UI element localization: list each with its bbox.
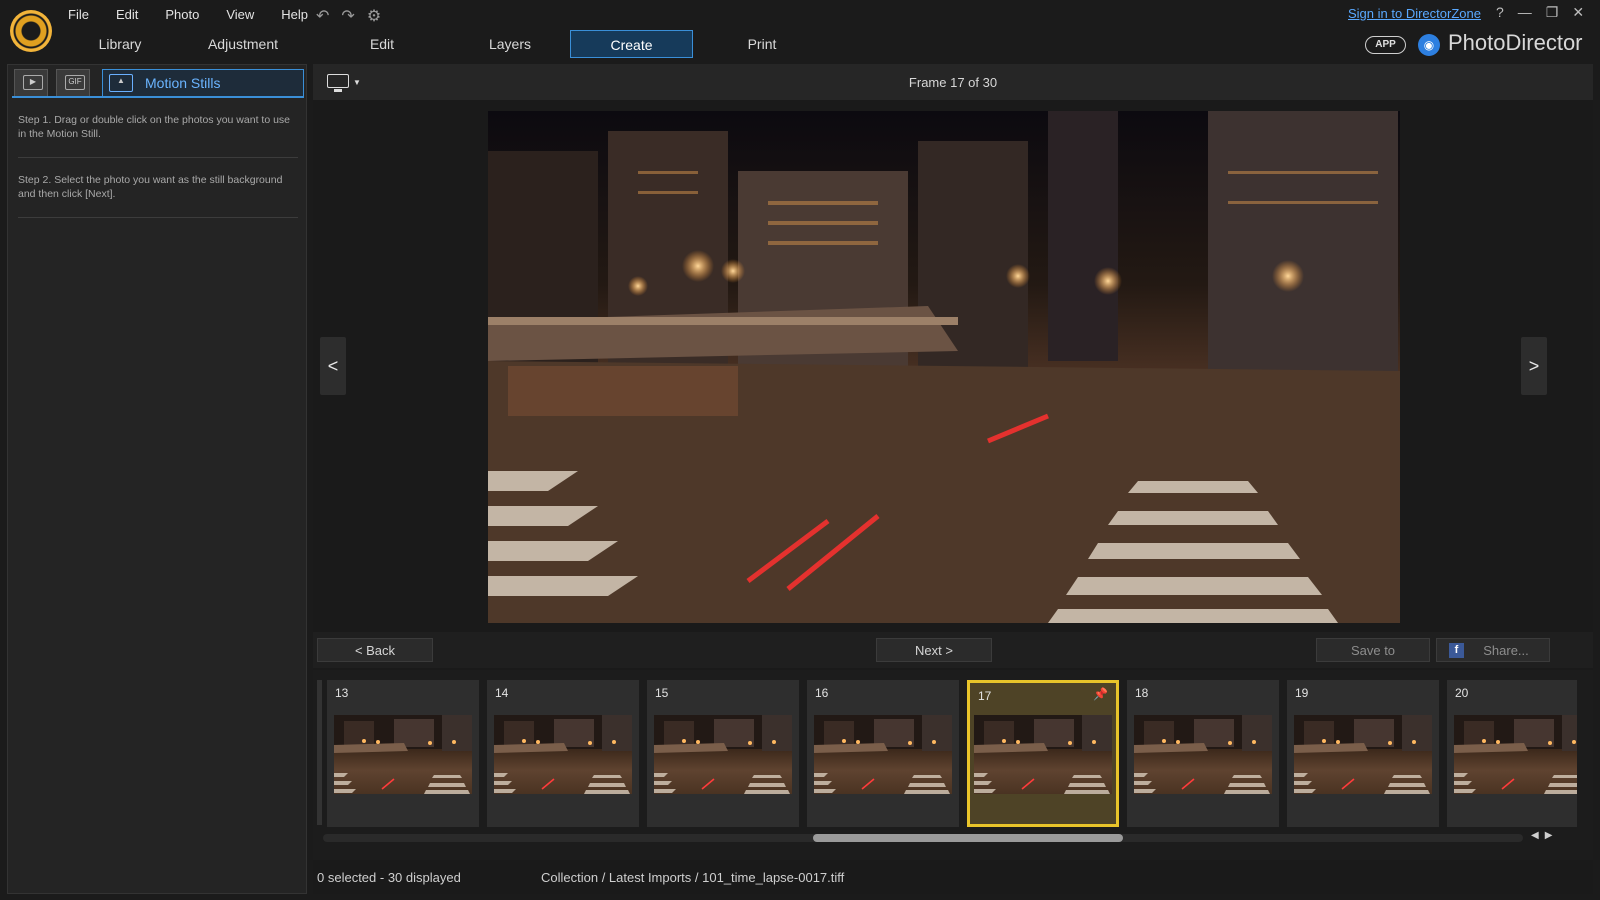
viewer-header: ▼ Frame 17 of 30 (313, 64, 1593, 100)
step-1-text: Step 1. Drag or double click on the phot… (18, 114, 291, 140)
share-label: Share... (1483, 643, 1529, 658)
frame-thumbnail (974, 715, 1112, 794)
window-controls: ? — ❐ ✕ (1496, 4, 1584, 21)
filmstrip-frame[interactable]: 16 (807, 680, 959, 827)
notification-bell-icon[interactable]: ◉ (1418, 34, 1440, 56)
tab-gif[interactable]: GIF (56, 69, 90, 96)
frame-number: 14 (495, 686, 509, 700)
night-street-photo (488, 111, 1400, 623)
file-path: Collection / Latest Imports / 101_time_l… (541, 870, 845, 885)
brand-title: PhotoDirector (1448, 30, 1583, 55)
menu-bar: File Edit Photo View Help (68, 7, 335, 22)
next-frame-button[interactable]: > (1521, 337, 1547, 395)
frame-thumbnail (814, 715, 952, 794)
redo-icon[interactable]: ↷ (341, 6, 354, 26)
frame-number: 16 (815, 686, 829, 700)
frame-number: 15 (655, 686, 669, 700)
share-button[interactable]: f Share... (1436, 638, 1550, 662)
tab-edit[interactable]: Edit (332, 30, 432, 58)
settings-gear-icon[interactable]: ⚙ (367, 6, 381, 26)
left-panel: ▶ GIF ▲ Motion Stills Step 1. Drag or do… (7, 64, 307, 894)
minimize-icon[interactable]: — (1518, 4, 1532, 21)
scroll-arrows: ◀▶ (1531, 830, 1558, 841)
menu-edit[interactable]: Edit (116, 7, 138, 22)
status-bar: 0 selected - 30 displayed Collection / L… (313, 860, 1593, 894)
title-bar: File Edit Photo View Help ↶ ↷ ⚙ Library … (0, 0, 1600, 62)
tab-slideshow[interactable]: ▶ (14, 69, 48, 96)
tab-print[interactable]: Print (712, 30, 812, 58)
app-logo-icon (10, 10, 52, 52)
tab-create[interactable]: Create (570, 30, 693, 58)
signin-link[interactable]: Sign in to DirectorZone (1348, 6, 1481, 21)
frame-number: 18 (1135, 686, 1149, 700)
menu-help[interactable]: Help (281, 7, 308, 22)
frame-number: 13 (335, 686, 349, 700)
back-button[interactable]: < Back (317, 638, 433, 662)
filmstrip-scrollbar[interactable] (323, 834, 1523, 842)
frame-number: 19 (1295, 686, 1309, 700)
scrollbar-thumb[interactable] (813, 834, 1123, 842)
slideshow-icon: ▶ (23, 75, 43, 90)
undo-icon[interactable]: ↶ (316, 6, 329, 26)
frame-thumbnail (1454, 715, 1577, 794)
tab-adjustment[interactable]: Adjustment (188, 30, 298, 58)
tab-library[interactable]: Library (70, 30, 170, 58)
filmstrip-frame[interactable]: 20 (1447, 680, 1577, 827)
motion-stills-icon: ▲ (109, 74, 133, 92)
motion-stills-label: Motion Stills (145, 75, 221, 91)
main-area: ▼ Frame 17 of 30 < > < Back Next > Save … (313, 64, 1593, 894)
facebook-icon: f (1449, 643, 1464, 658)
tab-layers[interactable]: Layers (460, 30, 560, 58)
filmstrip-frame[interactable]: 15 (647, 680, 799, 827)
app-badge[interactable]: APP (1365, 36, 1406, 54)
divider (18, 157, 298, 158)
filmstrip-frame[interactable]: 14 (487, 680, 639, 827)
frame-thumbnail (654, 715, 792, 794)
filmstrip-frame-selected[interactable]: 17 📌 (967, 680, 1119, 827)
restore-icon[interactable]: ❐ (1546, 4, 1559, 21)
frame-thumbnail (1294, 715, 1432, 794)
scroll-right-icon[interactable]: ▶ (1545, 830, 1559, 841)
menu-photo[interactable]: Photo (165, 7, 199, 22)
close-icon[interactable]: ✕ (1572, 4, 1584, 21)
filmstrip-frame[interactable]: 13 (327, 680, 479, 827)
frame-number: 17 (978, 689, 992, 703)
frame-number: 20 (1455, 686, 1469, 700)
tab-motion-stills[interactable]: ▲ Motion Stills (102, 69, 304, 96)
menu-file[interactable]: File (68, 7, 89, 22)
step-2-text: Step 2. Select the photo you want as the… (18, 174, 283, 200)
filmstrip-frame[interactable]: 18 (1127, 680, 1279, 827)
filmstrip-handle[interactable] (317, 680, 322, 825)
quick-toolbar: ↶ ↷ ⚙ (316, 6, 381, 26)
prev-frame-button[interactable]: < (320, 337, 346, 395)
frame-thumbnail (494, 715, 632, 794)
frame-thumbnail (334, 715, 472, 794)
preview-photo[interactable] (488, 111, 1400, 623)
pin-icon[interactable]: 📌 (1093, 687, 1108, 701)
filmstrip: 13 14 15 16 17 📌 18 19 20 ◀▶ (313, 670, 1593, 860)
action-bar: < Back Next > Save to f Share... (313, 632, 1593, 668)
selection-count: 0 selected - 30 displayed (317, 870, 461, 885)
scroll-left-icon[interactable]: ◀ (1531, 830, 1545, 841)
save-to-button[interactable]: Save to (1316, 638, 1430, 662)
filmstrip-frame[interactable]: 19 (1287, 680, 1439, 827)
menu-view[interactable]: View (226, 7, 254, 22)
help-icon[interactable]: ? (1496, 4, 1504, 21)
gif-icon: GIF (65, 75, 85, 90)
frame-counter: Frame 17 of 30 (908, 75, 998, 90)
divider (18, 217, 298, 218)
create-tabs: ▶ GIF ▲ Motion Stills (12, 67, 304, 98)
next-button[interactable]: Next > (876, 638, 992, 662)
frame-thumbnail (1134, 715, 1272, 794)
